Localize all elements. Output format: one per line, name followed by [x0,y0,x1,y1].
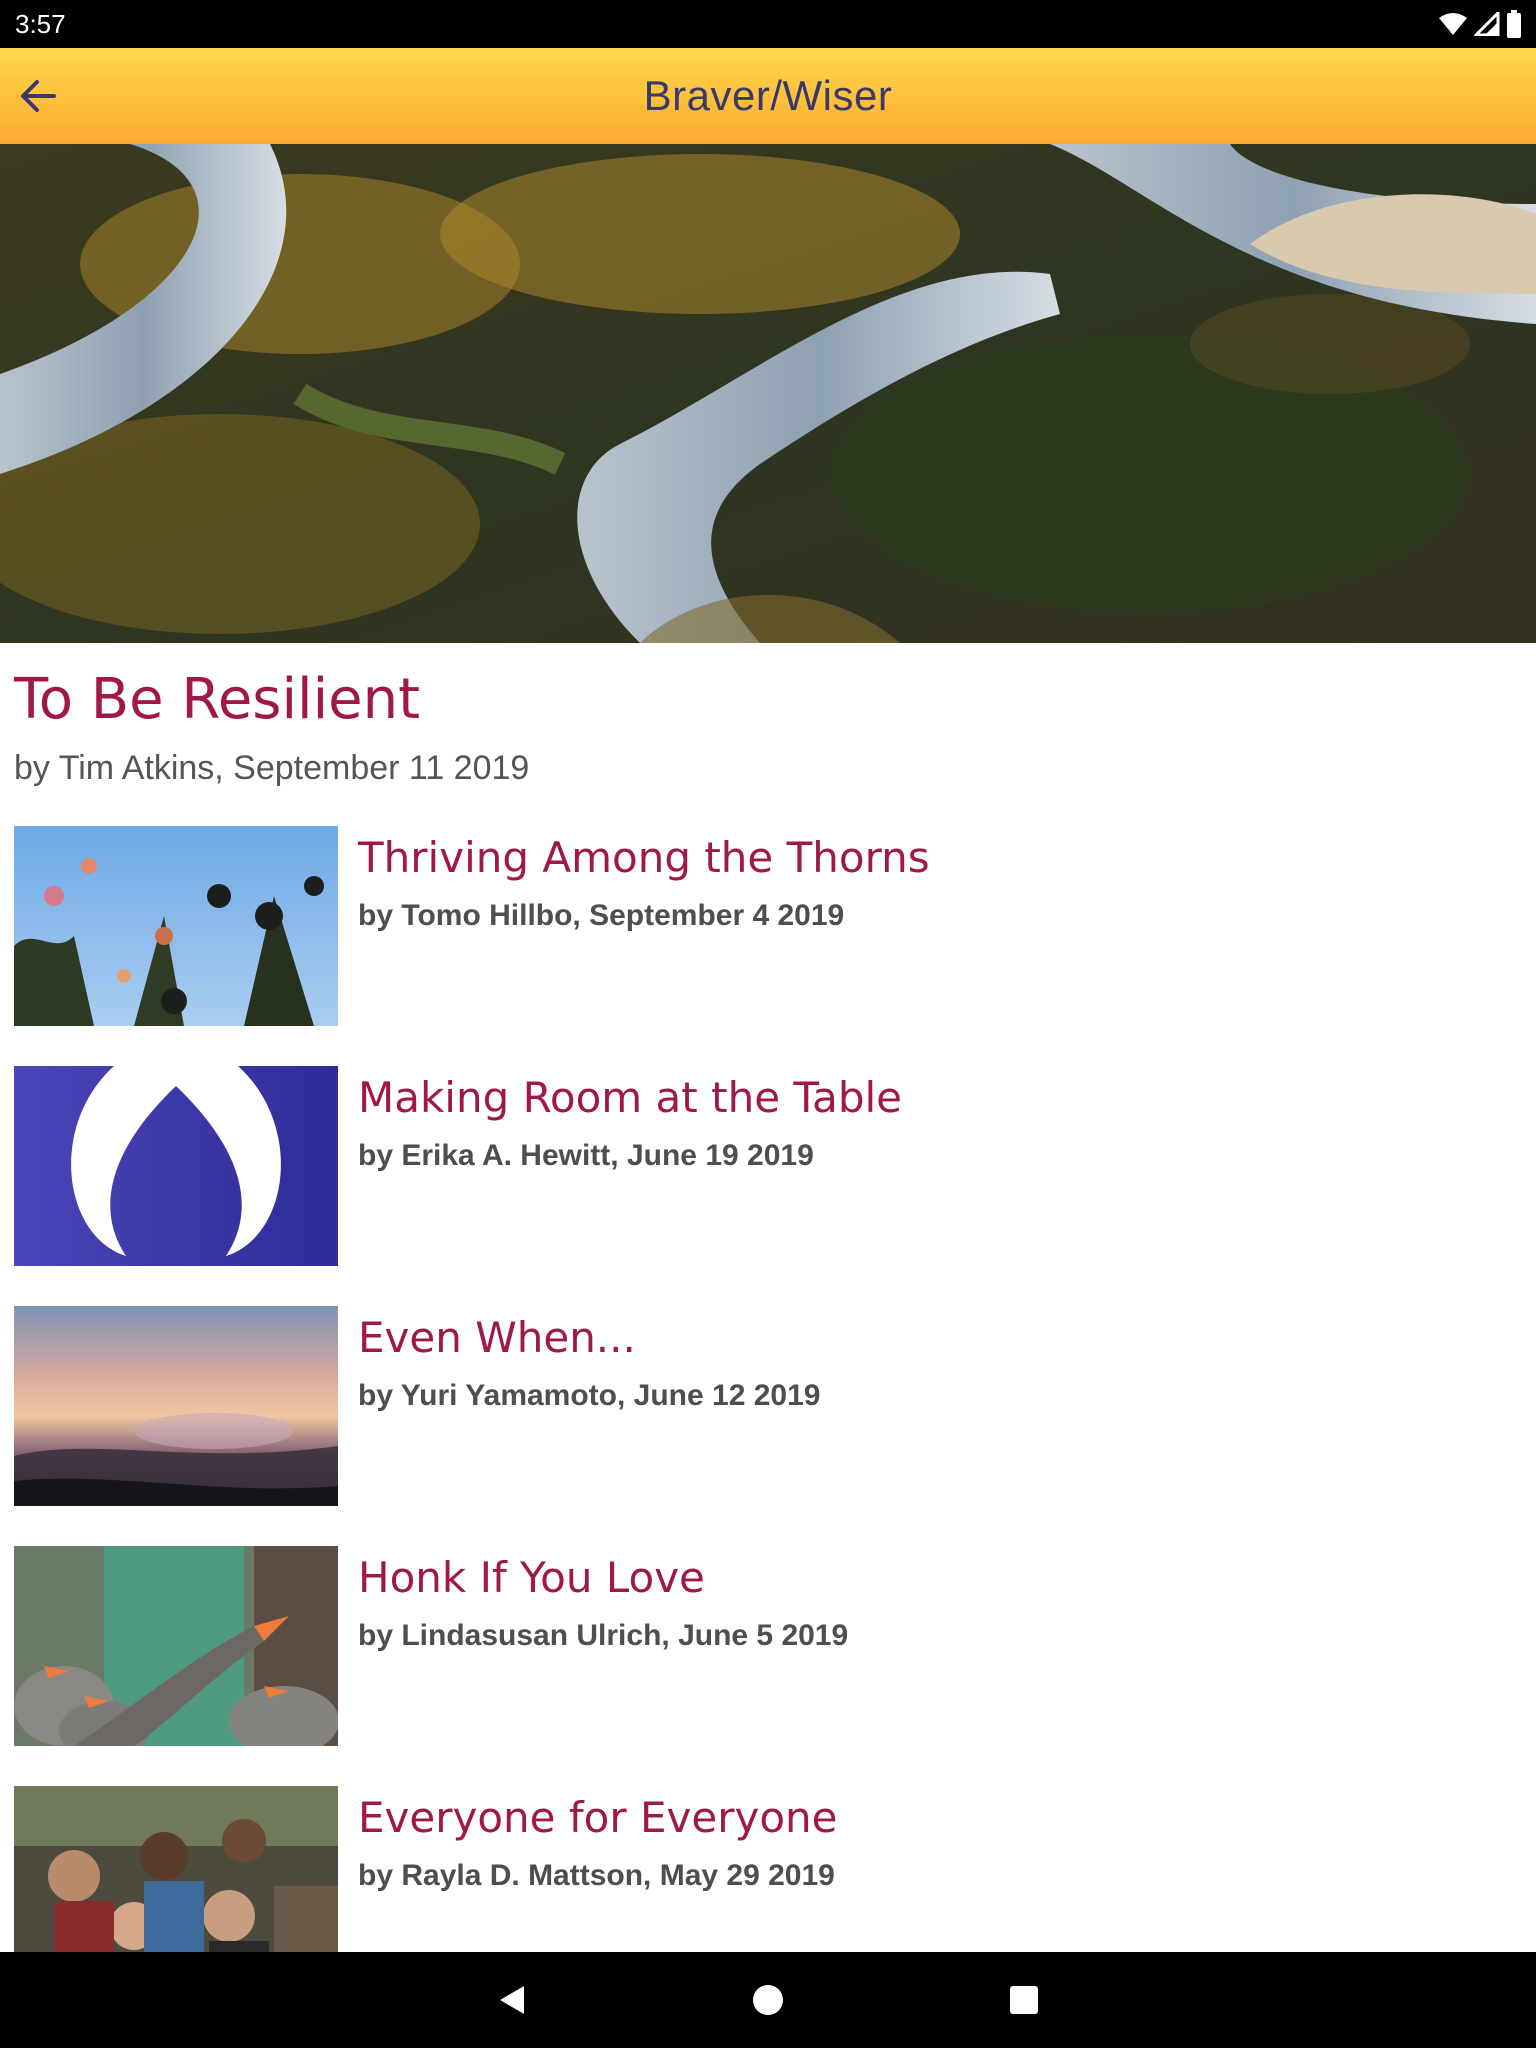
nav-recents-button[interactable] [1000,1976,1048,2024]
article-byline: by Erika A. Hewitt, June 19 2019 [358,1139,814,1172]
status-time: 3:57 [15,9,66,39]
thumbnail-crowd [14,1786,338,1952]
app-bar: Braver/Wiser [0,48,1536,144]
list-item[interactable]: Honk If You Love by Lindasusan Ulrich, J… [14,1546,1514,1746]
article-title[interactable]: Thriving Among the Thorns [358,830,930,886]
article-byline: by Rayla D. Mattson, May 29 2019 [358,1859,835,1892]
wifi-icon [1439,13,1467,35]
thumbnail-geese [14,1546,338,1746]
list-item[interactable]: Even When... by Yuri Yamamoto, June 12 2… [14,1306,1514,1506]
article-list[interactable]: Thriving Among the Thorns by Tomo Hillbo… [0,826,1536,1952]
cell-signal-icon [1474,12,1500,36]
status-bar: 3:57 [0,0,1536,48]
thumbnail-sunset [14,1306,338,1506]
thumbnail-chalice-logo [14,1066,338,1266]
battery-icon [1507,10,1521,38]
thumbnail-thorns [14,826,338,1026]
list-item[interactable]: Everyone for Everyone by Rayla D. Mattso… [14,1786,1514,1952]
featured-title[interactable]: To Be Resilient [14,660,1514,740]
system-nav-bar [0,1952,1536,2048]
article-title[interactable]: Making Room at the Table [358,1070,902,1126]
nav-back-button[interactable] [488,1976,536,2024]
home-circle-icon [753,1985,783,2015]
status-icons [1438,10,1522,38]
article-byline: by Lindasusan Ulrich, June 5 2019 [358,1619,849,1652]
article-title[interactable]: Honk If You Love [358,1550,705,1606]
app-title: Braver/Wiser [643,72,893,119]
list-item[interactable]: Thriving Among the Thorns by Tomo Hillbo… [14,826,1514,1026]
featured-article[interactable]: To Be Resilient by Tim Atkins, September… [14,660,1514,790]
featured-byline: by Tim Atkins, September 11 2019 [14,749,530,787]
recents-square-icon [1010,1986,1038,2014]
back-triangle-icon [500,1986,524,2014]
list-item[interactable]: Making Room at the Table by Erika A. Hew… [14,1066,1514,1266]
article-byline: by Yuri Yamamoto, June 12 2019 [358,1379,821,1412]
hero-image[interactable] [0,144,1536,643]
article-byline: by Tomo Hillbo, September 4 2019 [358,899,845,932]
article-title[interactable]: Even When... [358,1310,636,1366]
nav-home-button[interactable] [744,1976,792,2024]
article-title[interactable]: Everyone for Everyone [358,1790,837,1846]
